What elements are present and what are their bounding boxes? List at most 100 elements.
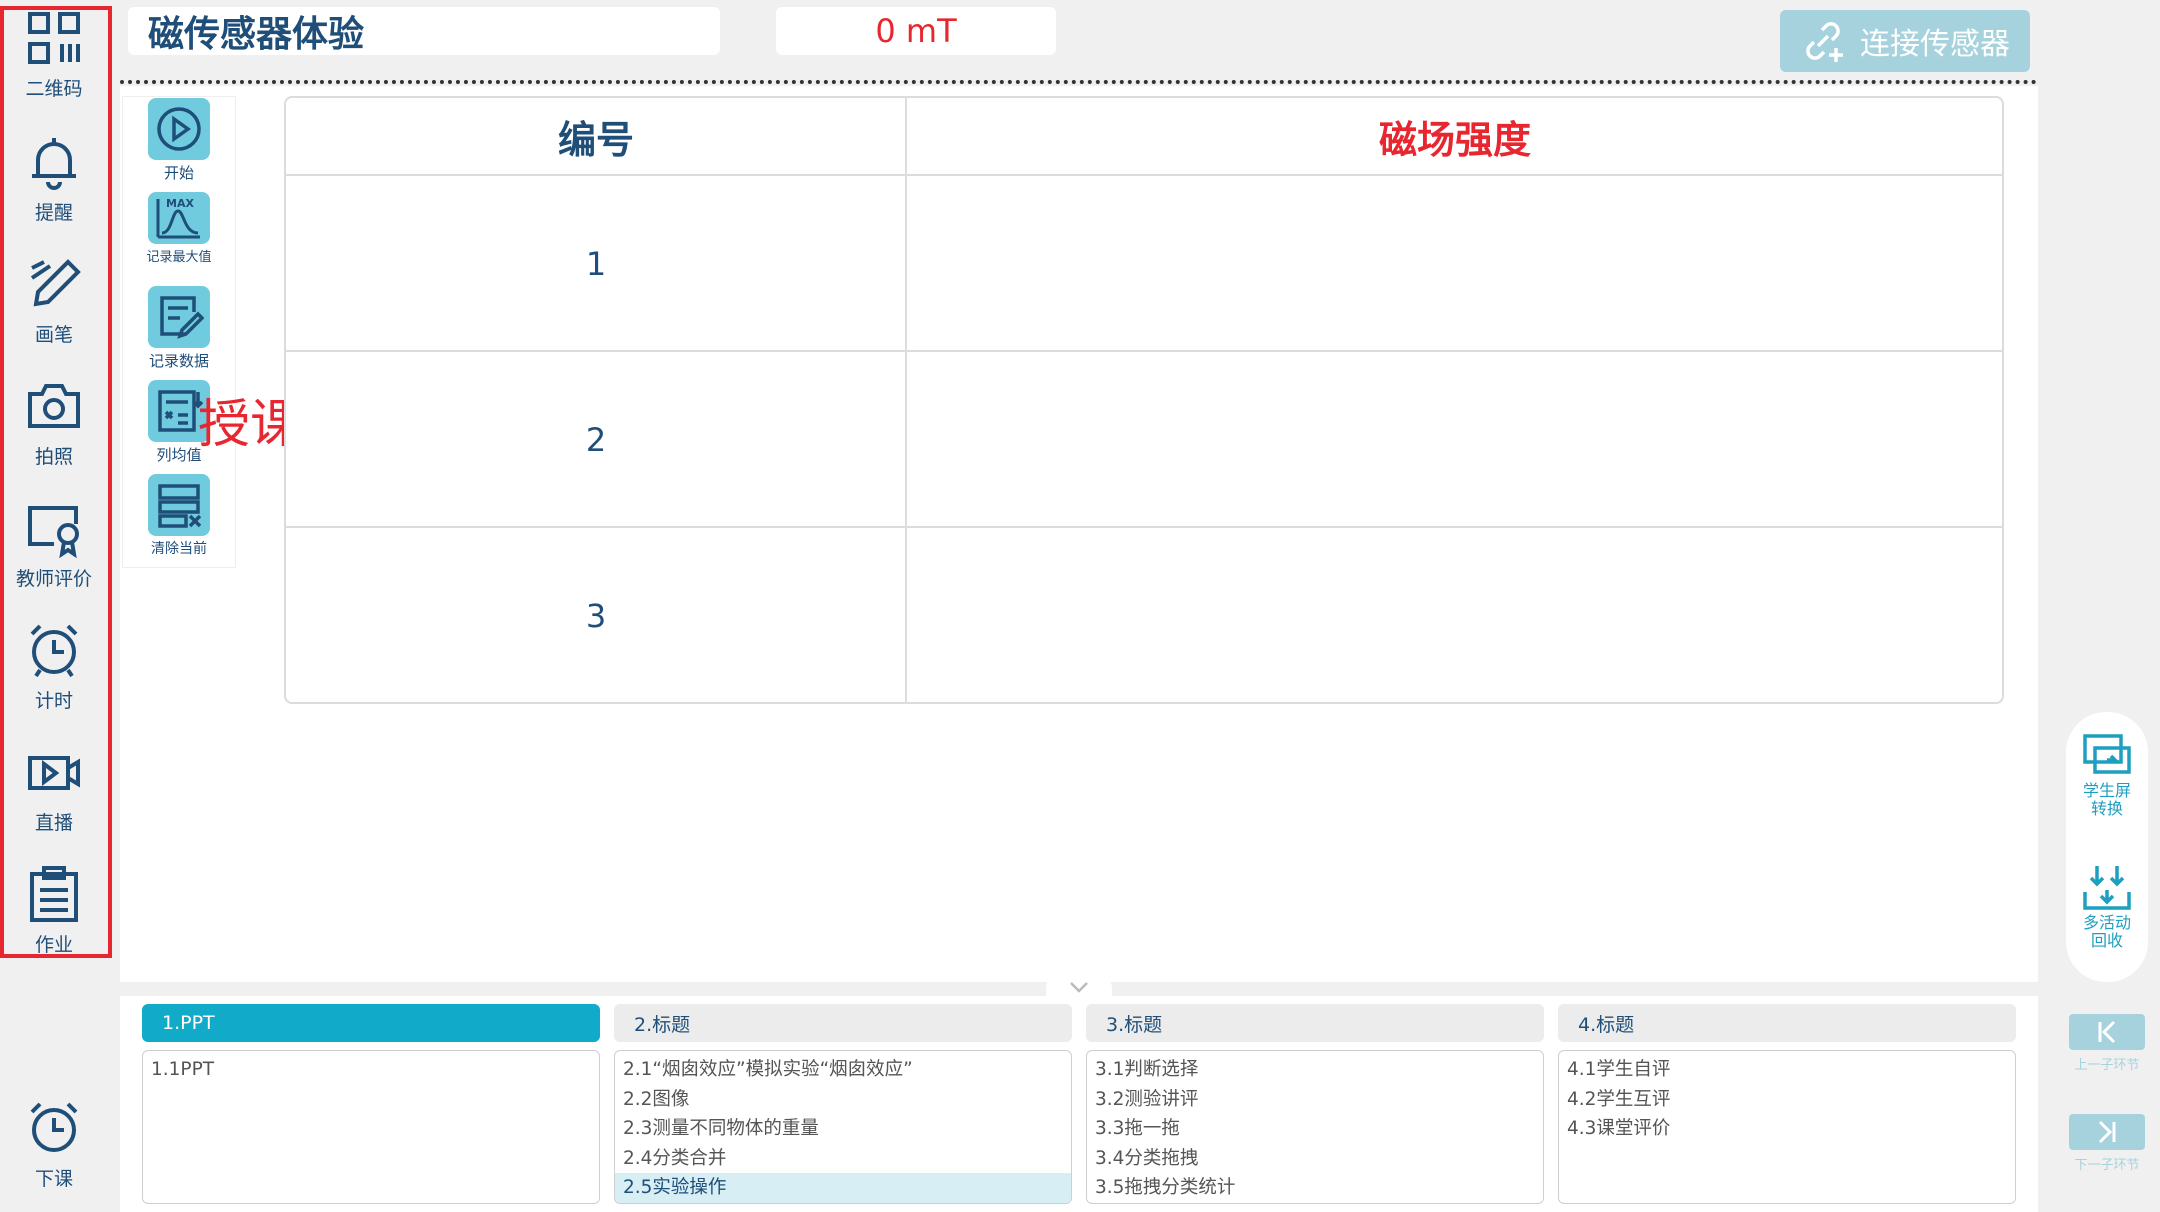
column-header-number: 编号 — [557, 117, 634, 162]
clock-icon — [30, 1102, 78, 1152]
previous-step-button[interactable]: 上一子环节 — [2068, 1014, 2146, 1073]
link-add-icon — [1806, 22, 1843, 62]
section-tab-3[interactable]: 3.标题 — [1086, 1004, 1544, 1042]
sidebar-item-teacher-evaluation[interactable]: 教师评价 — [0, 490, 108, 610]
sidebar-item-label: 计时 — [34, 690, 73, 712]
next-step-button[interactable]: 下一子环节 — [2068, 1114, 2146, 1173]
list-item[interactable]: 3.5拖拽分类统计 — [1087, 1173, 1543, 1203]
list-item[interactable]: 2.2图像 — [615, 1085, 1071, 1115]
header-divider — [120, 80, 2038, 84]
column-average-icon — [158, 390, 204, 432]
row-number: 3 — [585, 597, 607, 635]
qr-code-icon — [28, 12, 80, 64]
tool-label: 记录最大值 — [146, 250, 212, 265]
data-table: 编号 磁场强度 1 2 3 — [284, 96, 2004, 704]
clipboard-icon — [30, 866, 78, 922]
tool-label: 列均值 — [156, 446, 202, 464]
field-strength-cell[interactable] — [908, 176, 2002, 352]
pen-icon — [30, 259, 81, 307]
left-sidebar: 二维码 提醒 画笔 拍照 教师评价 计时 直播 作业 下课 — [0, 0, 108, 1212]
sidebar-item-timer[interactable]: 计时 — [0, 612, 108, 732]
end-class-label: 下课 — [34, 1168, 73, 1190]
list-item[interactable]: 4.3课堂评价 — [1559, 1114, 2015, 1144]
sidebar-item-label: 二维码 — [25, 78, 83, 100]
section-list-1: 1.1PPT — [142, 1050, 600, 1204]
skip-next-icon — [2098, 1120, 2116, 1144]
sensor-reading: 0 mT — [776, 7, 1056, 55]
page-title: 磁传感器体验 — [128, 7, 720, 55]
student-screen-switch-button[interactable]: 学生屏 转换 — [2066, 730, 2148, 818]
tool-label: 开始 — [163, 164, 194, 182]
sidebar-item-pen[interactable]: 画笔 — [0, 246, 108, 366]
collect-label: 回收 — [2090, 931, 2123, 950]
list-item-selected[interactable]: 2.5实验操作 — [615, 1173, 1071, 1203]
list-item[interactable]: 3.3拖一拖 — [1087, 1114, 1543, 1144]
table-row: 3 — [286, 526, 2002, 702]
sidebar-item-reminder[interactable]: 提醒 — [0, 124, 108, 244]
clear-current-button[interactable]: 清除当前 — [122, 474, 236, 558]
record-data-button[interactable]: 记录数据 — [122, 286, 236, 371]
sidebar-item-label: 作业 — [34, 934, 73, 956]
screen-switch-icon — [2083, 734, 2131, 774]
list-item[interactable]: 4.2学生互评 — [1559, 1085, 2015, 1115]
row-number: 1 — [585, 245, 607, 283]
record-max-button[interactable]: MAX 记录最大值 — [122, 192, 236, 265]
sidebar-item-label: 画笔 — [34, 324, 73, 346]
section-list-4: 4.1学生自评 4.2学生互评 4.3课堂评价 — [1558, 1050, 2016, 1204]
column-header-field-strength: 磁场强度 — [1378, 117, 1531, 162]
sidebar-item-label: 直播 — [34, 812, 73, 834]
table-row: 2 — [286, 350, 2002, 528]
table-row: 1 — [286, 174, 2002, 352]
connect-sensor-button[interactable]: 连接传感器 — [1780, 10, 2030, 72]
svg-text:MAX: MAX — [166, 197, 194, 210]
list-item[interactable]: 3.1判断选择 — [1087, 1055, 1543, 1085]
max-record-icon: MAX — [156, 197, 200, 239]
play-icon — [157, 107, 201, 151]
column-divider — [905, 98, 907, 702]
collapse-toggle[interactable] — [1046, 976, 1112, 998]
field-strength-cell[interactable] — [908, 528, 2002, 702]
row-number: 2 — [585, 421, 607, 459]
collect-icon — [2083, 866, 2131, 910]
list-item[interactable]: 2.1“烟囱效应”模拟实验“烟囱效应” — [615, 1055, 1071, 1085]
list-item[interactable]: 1.1PPT — [143, 1055, 599, 1085]
student-screen-label: 学生屏 — [2082, 781, 2131, 800]
multi-activity-label: 多活动 — [2082, 913, 2131, 932]
chevron-down-icon — [1070, 982, 1088, 993]
next-step-label: 下一子环节 — [2074, 1158, 2140, 1173]
section-list-3: 3.1判断选择 3.2测验讲评 3.3拖一拖 3.4分类拖拽 3.5拖拽分类统计 — [1086, 1050, 1544, 1204]
sidebar-item-label: 教师评价 — [15, 568, 92, 590]
camera-icon — [28, 384, 80, 428]
multi-activity-collect-button[interactable]: 多活动 回收 — [2066, 862, 2148, 950]
field-strength-cell[interactable] — [908, 352, 2002, 528]
section-tab-2[interactable]: 2.标题 — [614, 1004, 1072, 1042]
list-item[interactable]: 2.4分类合并 — [615, 1144, 1071, 1174]
section-tab-1[interactable]: 1.PPT — [142, 1004, 600, 1042]
column-average-button[interactable]: 列均值 — [122, 380, 236, 465]
section-tab-4[interactable]: 4.标题 — [1558, 1004, 2016, 1042]
sidebar-item-label: 提醒 — [34, 202, 73, 224]
switch-label: 转换 — [2090, 799, 2123, 818]
start-button[interactable]: 开始 — [122, 98, 236, 183]
skip-previous-icon — [2098, 1020, 2116, 1044]
live-video-icon — [28, 756, 80, 790]
list-item[interactable]: 2.3测量不同物体的重量 — [615, 1114, 1071, 1144]
previous-step-label: 上一子环节 — [2074, 1058, 2140, 1073]
clear-current-icon — [158, 484, 202, 528]
sidebar-item-camera[interactable]: 拍照 — [0, 368, 108, 488]
list-item[interactable]: 3.2测验讲评 — [1087, 1085, 1543, 1115]
teacher-evaluation-icon — [28, 506, 79, 558]
sidebar-item-label: 拍照 — [34, 446, 73, 468]
sidebar-item-qr-code[interactable]: 二维码 — [0, 0, 108, 120]
connect-sensor-label: 连接传感器 — [1860, 27, 2010, 62]
list-item[interactable]: 4.1学生自评 — [1559, 1055, 2015, 1085]
tool-label: 清除当前 — [151, 541, 207, 557]
section-list-2: 2.1“烟囱效应”模拟实验“烟囱效应” 2.2图像 2.3测量不同物体的重量 2… — [614, 1050, 1072, 1204]
bell-icon — [32, 138, 76, 190]
sidebar-item-live[interactable]: 直播 — [0, 734, 108, 854]
list-item[interactable]: 3.4分类拖拽 — [1087, 1144, 1543, 1174]
record-data-icon — [160, 296, 204, 339]
alarm-clock-icon — [30, 624, 78, 678]
sidebar-item-homework[interactable]: 作业 — [0, 856, 108, 976]
end-class-button[interactable]: 下课 — [0, 1090, 108, 1210]
